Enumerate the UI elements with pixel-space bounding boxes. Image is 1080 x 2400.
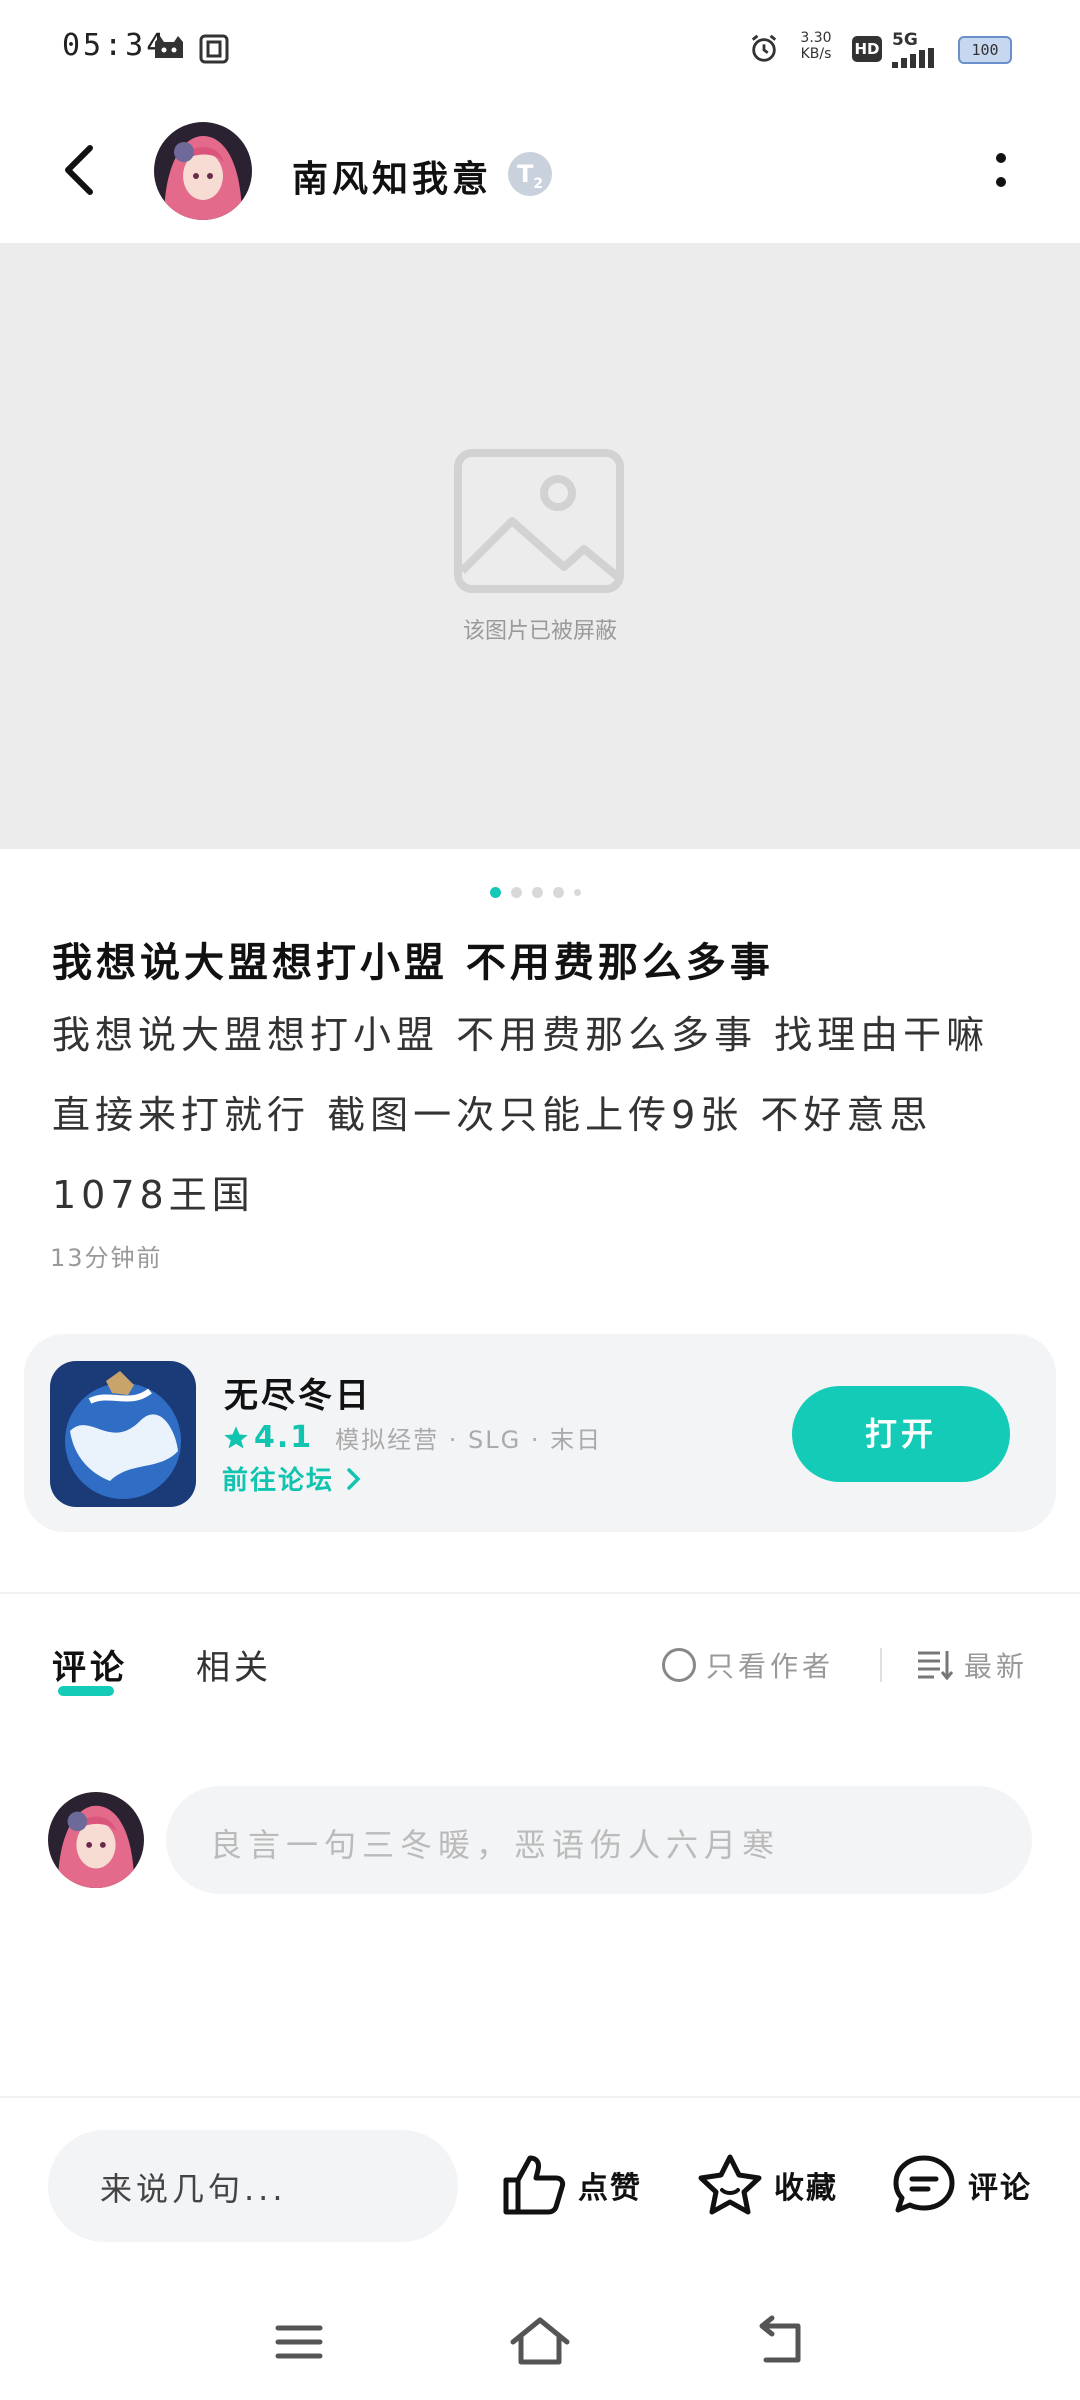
author-name[interactable]: 南风知我意 <box>292 150 492 202</box>
like-button[interactable]: 点赞 <box>500 2150 642 2220</box>
star-outline-icon <box>698 2154 762 2215</box>
sort-toggle[interactable]: 最新 <box>916 1645 1028 1685</box>
post-header: 南风知我意 T2 <box>0 110 1080 232</box>
game-card[interactable]: 无尽冬日 4.1 模拟经营 · SLG · 末日 前往论坛 打开 <box>24 1334 1056 1532</box>
image-blocked-label: 该图片已被屏蔽 <box>462 619 617 644</box>
tab-active-indicator <box>58 1686 114 1696</box>
quick-comment-input[interactable]: 来说几句... <box>48 2130 458 2242</box>
network-type: 5G <box>892 30 918 50</box>
post-body: 我想说大盟想打小盟 不用费那么多事 找理由干嘛 直接来打就行 截图一次只能上传9… <box>52 1013 990 1217</box>
menu-icon[interactable] <box>264 2312 334 2372</box>
back-icon[interactable] <box>746 2312 816 2372</box>
image-placeholder-icon <box>454 449 624 593</box>
tab-related[interactable]: 相关 <box>196 1640 272 1689</box>
user-avatar <box>48 1792 144 1888</box>
sim-card-icon <box>199 34 229 64</box>
level-badge: T2 <box>508 152 552 196</box>
post-title: 我想说大盟想打小盟 不用费那么多事 <box>52 940 774 986</box>
post-timestamp: 13分钟前 <box>50 1244 163 1272</box>
quick-comment-placeholder: 来说几句... <box>100 2170 287 2208</box>
game-rating: 4.1 <box>222 1420 313 1455</box>
home-icon[interactable] <box>505 2312 575 2372</box>
cat-app-icon <box>155 36 183 58</box>
author-avatar[interactable] <box>154 122 252 220</box>
thumbs-up-icon <box>503 2155 566 2215</box>
carousel-dot-active <box>490 886 501 898</box>
game-tags: 模拟经营 · SLG · 末日 <box>335 1426 603 1454</box>
divider <box>0 2096 1080 2098</box>
divider <box>0 1592 1080 1594</box>
carousel-dot <box>574 888 581 896</box>
only-author-toggle[interactable]: 只看作者 <box>662 1645 834 1685</box>
carousel-dot <box>553 886 564 898</box>
comment-bubble-icon <box>893 2155 955 2213</box>
carousel-indicator <box>490 886 581 898</box>
open-game-button[interactable]: 打开 <box>792 1386 1010 1482</box>
star-icon <box>224 1425 248 1448</box>
game-icon[interactable] <box>50 1361 196 1507</box>
carousel-dot <box>532 886 543 898</box>
game-name: 无尽冬日 <box>224 1376 372 1416</box>
chevron-right-icon <box>347 1467 361 1490</box>
status-bar: 05:34 3.30 KB/s HD 5G 100 <box>0 0 1080 100</box>
comment-button[interactable]: 评论 <box>890 2150 1032 2220</box>
more-options-icon[interactable] <box>986 150 1016 194</box>
radio-icon <box>662 1648 696 1682</box>
sort-icon <box>918 1651 954 1681</box>
game-meta: 4.1 模拟经营 · SLG · 末日 <box>222 1420 602 1455</box>
system-nav-bar <box>0 2290 1080 2400</box>
comment-placeholder: 良言一句三冬暖，恶语伤人六月寒 <box>210 1826 781 1864</box>
tab-comments[interactable]: 评论 <box>52 1640 128 1689</box>
back-arrow-icon[interactable] <box>52 140 112 200</box>
network-speed: 3.30 KB/s <box>800 30 832 62</box>
post-image[interactable]: 该图片已被屏蔽 <box>0 243 1080 849</box>
divider <box>880 1648 882 1682</box>
signal-icon <box>892 48 934 68</box>
forum-link[interactable]: 前往论坛 <box>222 1460 366 1497</box>
carousel-dot <box>511 886 522 898</box>
alarm-icon <box>751 34 777 62</box>
favorite-button[interactable]: 收藏 <box>696 2150 838 2220</box>
hd-badge: HD <box>852 36 882 62</box>
battery-icon: 100 <box>958 36 1012 64</box>
comment-input[interactable]: 良言一句三冬暖，恶语伤人六月寒 <box>166 1786 1032 1894</box>
